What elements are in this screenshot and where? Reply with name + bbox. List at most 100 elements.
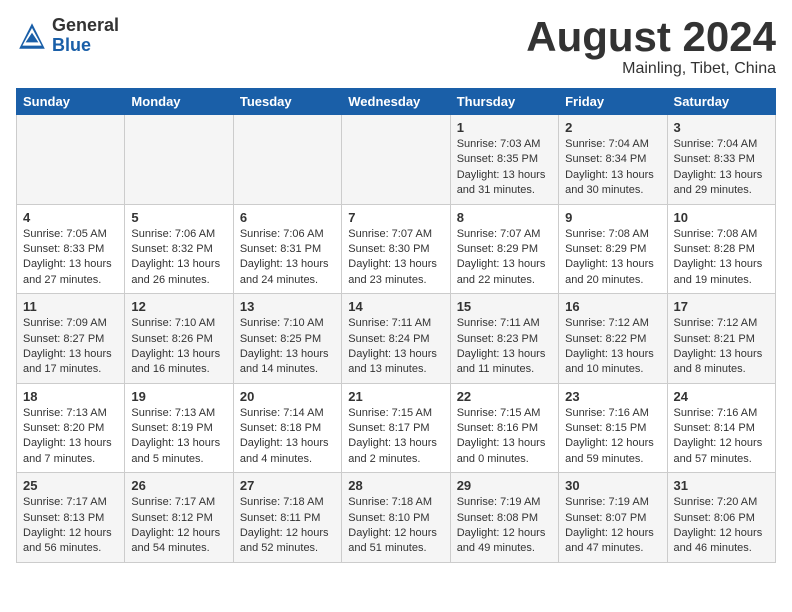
sunrise-text: Sunrise: 7:04 AM [565,138,649,150]
daylight-text: Daylight: 13 hours [565,258,654,270]
day-number: 20 [240,389,335,404]
day-info: Sunrise: 7:17 AMSunset: 8:12 PMDaylight:… [131,495,226,557]
daylight-text: and 11 minutes. [457,363,534,375]
day-info: Sunrise: 7:16 AMSunset: 8:15 PMDaylight:… [565,406,660,468]
location-text: Mainling, Tibet, China [526,60,776,78]
daylight-text: Daylight: 13 hours [674,348,763,360]
sunset-text: Sunset: 8:11 PM [240,512,321,524]
sunrise-text: Sunrise: 7:06 AM [131,228,215,240]
sunrise-text: Sunrise: 7:11 AM [348,317,431,329]
daylight-text: Daylight: 12 hours [674,437,763,449]
daylight-text: and 13 minutes. [348,363,426,375]
sunset-text: Sunset: 8:08 PM [457,512,538,524]
calendar-day: 17Sunrise: 7:12 AMSunset: 8:21 PMDayligh… [667,294,775,384]
sunrise-text: Sunrise: 7:06 AM [240,228,324,240]
day-number: 22 [457,389,552,404]
day-info: Sunrise: 7:19 AMSunset: 8:08 PMDaylight:… [457,495,552,557]
calendar-day: 21Sunrise: 7:15 AMSunset: 8:17 PMDayligh… [342,383,450,473]
header-row: Sunday Monday Tuesday Wednesday Thursday… [17,89,776,115]
day-number: 16 [565,299,660,314]
day-number: 21 [348,389,443,404]
calendar-day: 16 Sunrise: 7:12 AMSunset: 8:22 PMDayligh… [559,294,667,384]
calendar-week-1: 1Sunrise: 7:03 AMSunset: 8:35 PMDaylight… [17,115,776,205]
sunrise-text: Sunrise: 7:08 AM [674,228,758,240]
calendar-day: 19Sunrise: 7:13 AMSunset: 8:19 PMDayligh… [125,383,233,473]
sunset-text: Sunset: 8:24 PM [348,333,429,345]
daylight-text: Daylight: 12 hours [674,527,763,539]
daylight-text: Daylight: 13 hours [457,437,546,449]
calendar-day: 11Sunrise: 7:09 AMSunset: 8:27 PMDayligh… [17,294,125,384]
sunset-text: Sunset: 8:19 PM [131,422,212,434]
calendar-day: 5Sunrise: 7:06 AMSunset: 8:32 PMDaylight… [125,204,233,294]
page-header: General Blue August 2024 Mainling, Tibet… [16,16,776,78]
logo-text: General Blue [52,16,119,56]
day-info: Sunrise: 7:15 AMSunset: 8:16 PMDaylight:… [457,406,552,468]
sunrise-text: Sunrise: 7:13 AM [23,407,107,419]
calendar-table: Sunday Monday Tuesday Wednesday Thursday… [16,88,776,563]
calendar-day: 24 Sunrise: 7:16 AM Sunset: 8:14 PM Dayligh… [667,383,775,473]
daylight-text: Daylight: 13 hours [565,348,654,360]
sunset-text: Sunset: 8:16 PM [457,422,538,434]
sunrise-text: Sunrise: 7:14 AM [240,407,324,419]
daylight-text: Daylight: 13 hours [348,348,437,360]
sunset-text: Sunset: 8:14 PM [674,422,755,434]
sunrise-text: Sunrise: 7:17 AM [23,496,107,508]
day-number: 8 [457,210,552,225]
daylight-text: Daylight: 13 hours [457,348,546,360]
calendar-day: 10Sunrise: 7:08 AMSunset: 8:28 PMDayligh… [667,204,775,294]
title-area: August 2024 Mainling, Tibet, China [526,16,776,78]
sunset-text: Sunset: 8:06 PM [674,512,755,524]
daylight-text: and 7 minutes. [23,453,95,465]
calendar-day: 6Sunrise: 7:06 AMSunset: 8:31 PMDaylight… [233,204,341,294]
sunrise-text: Sunrise: 7:19 AM [565,496,649,508]
calendar-day: 1Sunrise: 7:03 AMSunset: 8:35 PMDaylight… [450,115,558,205]
day-info: Sunrise: 7:07 AMSunset: 8:29 PMDaylight:… [457,227,552,289]
daylight-text: and 17 minutes. [23,363,101,375]
sunrise-text: Sunrise: 7:03 AM [457,138,541,150]
day-number: 27 [240,478,335,493]
day-number: 31 [674,478,769,493]
calendar-day: 8 Sunrise: 7:07 AMSunset: 8:29 PMDaylight… [450,204,558,294]
col-saturday: Saturday [667,89,775,115]
day-info: Sunrise: 7:13 AMSunset: 8:20 PMDaylight:… [23,406,118,468]
day-info: Sunrise: 7:17 AMSunset: 8:13 PMDaylight:… [23,495,118,557]
col-friday: Friday [559,89,667,115]
calendar-day: 26Sunrise: 7:17 AMSunset: 8:12 PMDayligh… [125,473,233,563]
daylight-text: Daylight: 13 hours [348,437,437,449]
daylight-text: and 16 minutes. [131,363,209,375]
calendar-day: 4Sunrise: 7:05 AMSunset: 8:33 PMDaylight… [17,204,125,294]
day-number: 1 [457,120,552,135]
daylight-text: and 22 minutes. [457,274,535,286]
day-info: Sunrise: 7:10 AMSunset: 8:26 PMDaylight:… [131,316,226,378]
day-number: 25 [23,478,118,493]
sunrise-text: Sunrise: 7:08 AM [565,228,649,240]
day-info: Sunrise: 7:12 AMSunset: 8:22 PMDaylight:… [565,316,660,378]
calendar-day: 28Sunrise: 7:18 AMSunset: 8:10 PMDayligh… [342,473,450,563]
day-number: 23 [565,389,660,404]
sunrise-text: Sunrise: 7:12 AM [565,317,649,329]
calendar-day: 7Sunrise: 7:07 AMSunset: 8:30 PMDaylight… [342,204,450,294]
sunset-text: Sunset: 8:33 PM [23,243,104,255]
sunrise-text: Sunrise: 7:16 AM [565,407,649,419]
day-number: 19 [131,389,226,404]
calendar-day: 18Sunrise: 7:13 AMSunset: 8:20 PMDayligh… [17,383,125,473]
day-number: 4 [23,210,118,225]
daylight-text: and 23 minutes. [348,274,426,286]
logo: General Blue [16,16,119,56]
sunrise-text: Sunrise: 7:16 AM [674,407,758,419]
day-number: 24 [674,389,769,404]
sunrise-text: Sunrise: 7:19 AM [457,496,541,508]
daylight-text: and 2 minutes. [348,453,420,465]
day-number: 2 [565,120,660,135]
daylight-text: and 46 minutes. [674,542,752,554]
sunrise-text: Sunrise: 7:07 AM [348,228,432,240]
daylight-text: and 47 minutes. [565,542,643,554]
daylight-text: Daylight: 12 hours [240,527,329,539]
month-title: August 2024 [526,16,776,58]
daylight-text: Daylight: 13 hours [240,348,329,360]
logo-blue-text: Blue [52,36,119,56]
calendar-day: 31Sunrise: 7:20 AMSunset: 8:06 PMDayligh… [667,473,775,563]
sunset-text: Sunset: 8:15 PM [565,422,646,434]
calendar-day: 20Sunrise: 7:14 AMSunset: 8:18 PMDayligh… [233,383,341,473]
sunset-text: Sunset: 8:07 PM [565,512,646,524]
